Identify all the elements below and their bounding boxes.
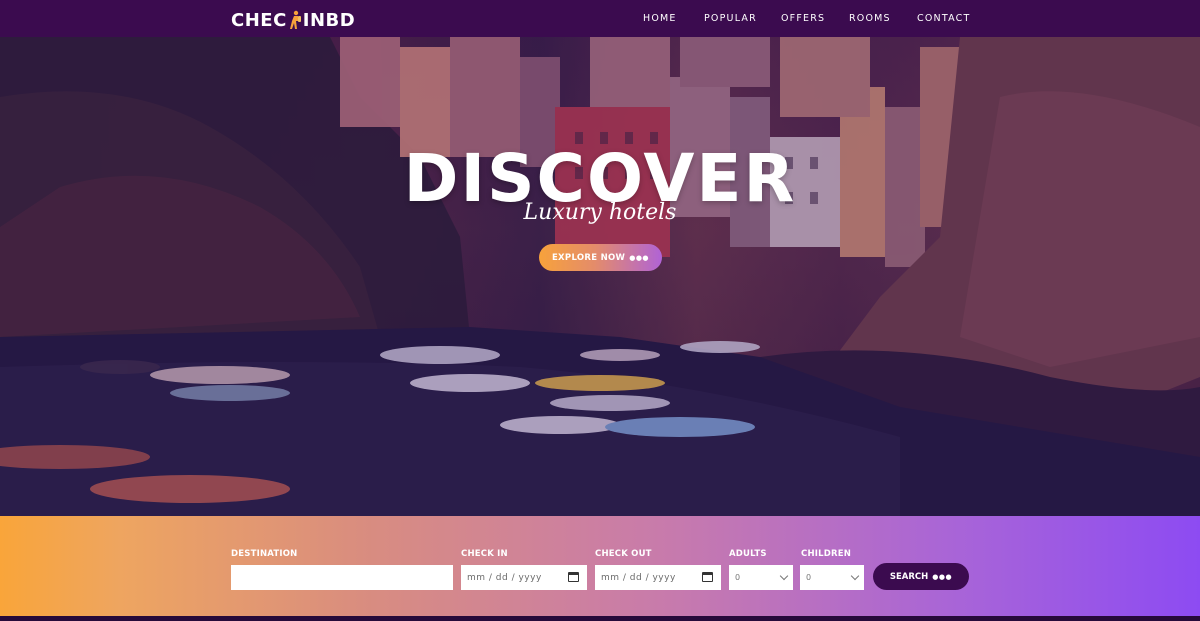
traveler-icon	[288, 10, 302, 30]
logo-text-right: INBD	[302, 9, 356, 31]
dots-icon: ●●●	[629, 253, 650, 262]
check-out-date-input[interactable]: mm / dd / yyyy	[595, 565, 721, 590]
check-in-label: CHECK IN	[461, 549, 508, 559]
destination-label: DESTINATION	[231, 549, 298, 559]
top-navigation-bar: CHEC INBD HOME POPULAR OFFERS ROOMS CONT…	[0, 0, 1200, 37]
explore-now-label: EXPLORE NOW	[551, 252, 626, 263]
destination-input[interactable]	[231, 565, 453, 590]
check-out-label: CHECK OUT	[595, 549, 652, 559]
adults-label: ADULTS	[729, 549, 767, 559]
bottom-divider	[0, 616, 1200, 621]
nav-rooms[interactable]: ROOMS	[849, 13, 891, 24]
children-selected-value: 0	[806, 573, 812, 582]
hero-background-image	[0, 37, 1200, 516]
chevron-down-icon	[779, 571, 789, 581]
dots-icon: ●●●	[932, 572, 953, 581]
calendar-icon[interactable]	[568, 572, 579, 582]
children-select[interactable]: 0	[800, 565, 864, 590]
search-form: DESTINATION CHECK IN mm / dd / yyyy CHEC…	[0, 516, 1200, 616]
hero-section: DISCOVER Luxury hotels EXPLORE NOW ●●●	[0, 37, 1200, 516]
search-button[interactable]: SEARCH ●●●	[873, 563, 969, 590]
children-label: CHILDREN	[801, 549, 852, 559]
hero-subtitle: Luxury hotels	[523, 200, 677, 225]
nav-popular[interactable]: POPULAR	[704, 13, 757, 24]
adults-select[interactable]: 0	[729, 565, 793, 590]
brand-logo[interactable]: CHEC INBD	[231, 9, 355, 31]
nav-home[interactable]: HOME	[643, 13, 677, 24]
check-in-placeholder: mm / dd / yyyy	[467, 572, 542, 583]
check-in-date-input[interactable]: mm / dd / yyyy	[461, 565, 587, 590]
search-button-label: SEARCH	[889, 571, 929, 582]
adults-selected-value: 0	[735, 573, 741, 582]
check-out-placeholder: mm / dd / yyyy	[601, 572, 676, 583]
calendar-icon[interactable]	[702, 572, 713, 582]
nav-offers[interactable]: OFFERS	[781, 13, 825, 24]
logo-text-left: CHEC	[231, 9, 287, 31]
explore-now-button[interactable]: EXPLORE NOW ●●●	[539, 244, 662, 271]
nav-contact[interactable]: CONTACT	[917, 13, 970, 24]
chevron-down-icon	[850, 571, 860, 581]
